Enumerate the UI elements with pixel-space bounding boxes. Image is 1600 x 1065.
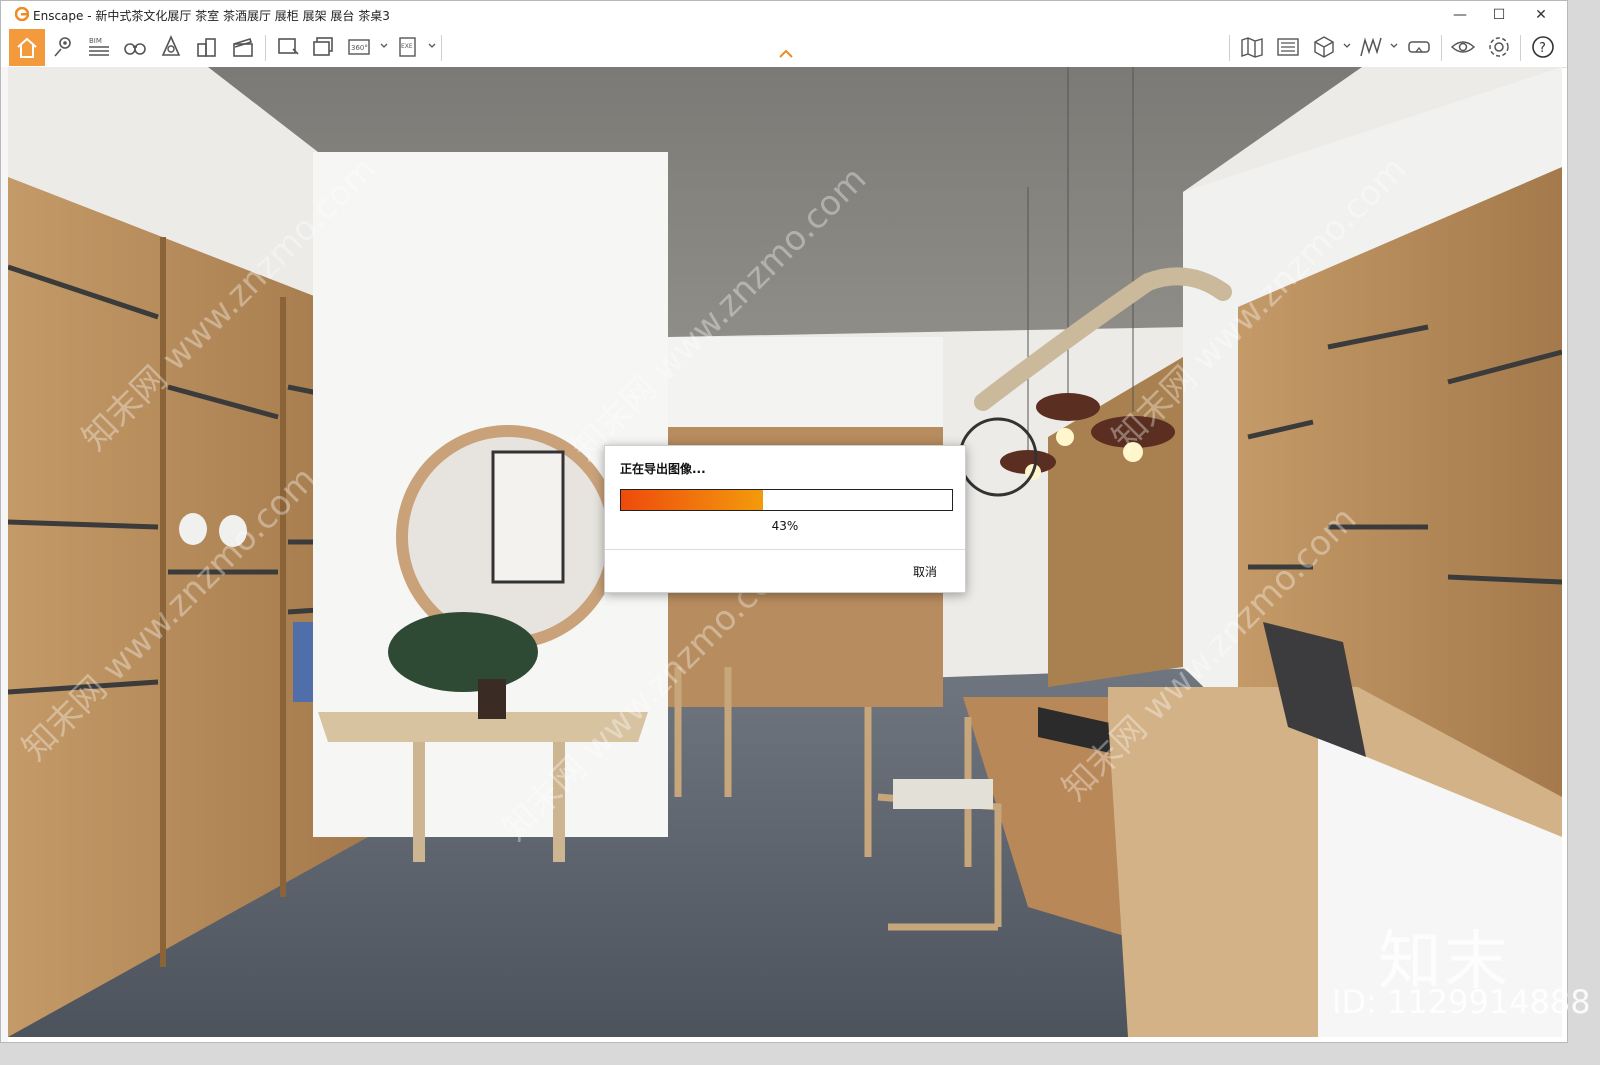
chevron-down-icon[interactable] — [1389, 41, 1399, 51]
screenshot-button[interactable] — [273, 32, 303, 62]
chevron-down-icon[interactable] — [1342, 41, 1352, 51]
export-progress-dialog: 正在导出图像... 43% 取消 — [604, 445, 966, 593]
home-icon — [17, 37, 37, 58]
location-button[interactable] — [48, 32, 78, 62]
buildings-icon — [197, 38, 216, 57]
help-button[interactable]: ? — [1528, 32, 1558, 62]
enscape-logo-icon — [15, 7, 29, 21]
chevron-down-icon[interactable] — [427, 41, 437, 51]
left-edge-strip — [1, 67, 8, 1042]
toolbar-separator — [1520, 35, 1521, 61]
window-title: Enscape - 新中式茶文化展厅 茶室 茶酒展厅 展柜 展架 展台 茶桌3 — [33, 9, 390, 23]
video-editor-button[interactable] — [228, 32, 258, 62]
render-preview-button[interactable] — [1273, 32, 1303, 62]
maximize-button[interactable]: ☐ — [1477, 1, 1521, 29]
map-view-icon — [1241, 37, 1263, 58]
visual-settings-icon — [1360, 37, 1382, 57]
export-exe-icon: EXE — [399, 37, 416, 57]
progress-bar-fill — [621, 490, 764, 510]
collapse-toolbar-caret-icon[interactable] — [778, 49, 794, 59]
toolbar-separator — [1229, 35, 1230, 61]
location-pin-icon — [54, 37, 71, 57]
vr-headset-button[interactable] — [1404, 32, 1434, 62]
chevron-down-icon[interactable] — [379, 41, 389, 51]
close-button[interactable]: ✕ — [1519, 1, 1563, 29]
progress-percentage: 43% — [771, 519, 799, 533]
cancel-button[interactable]: 取消 — [913, 563, 937, 580]
title-bar: Enscape - 新中式茶文化展厅 茶室 茶酒展厅 展柜 展架 展台 茶桌3 … — [1, 1, 1567, 29]
svg-text:BIM: BIM — [89, 37, 102, 45]
video-editor-icon — [233, 38, 253, 57]
batch-render-button[interactable] — [309, 32, 339, 62]
panorama-360-icon: 360° — [348, 39, 370, 55]
eye-icon — [1451, 41, 1475, 53]
svg-text:?: ? — [1539, 41, 1546, 56]
map-view-button[interactable] — [1237, 32, 1267, 62]
dialog-divider — [605, 549, 965, 550]
toolbar-separator — [265, 35, 266, 61]
binoculars-icon — [124, 43, 146, 55]
toolbar-separator — [441, 35, 442, 61]
settings-icon — [1489, 37, 1509, 57]
svg-text:EXE: EXE — [401, 43, 413, 50]
screenshot-icon — [278, 38, 299, 55]
settings-button[interactable] — [1484, 32, 1514, 62]
svg-text:360°: 360° — [351, 44, 368, 52]
buildings-button[interactable] — [192, 32, 222, 62]
vr-headset-icon — [1408, 41, 1430, 53]
asset-library-button[interactable] — [156, 32, 186, 62]
home-button[interactable] — [9, 29, 45, 66]
visual-settings-button[interactable] — [1356, 32, 1386, 62]
dialog-title: 正在导出图像... — [620, 462, 706, 476]
help-icon: ? — [1532, 36, 1554, 58]
app-window: Enscape - 新中式茶文化展厅 茶室 茶酒展厅 展柜 展架 展台 茶桌3 … — [0, 0, 1568, 1043]
export-progress-bar — [620, 489, 953, 511]
views-button[interactable] — [120, 32, 150, 62]
cube-view-icon — [1314, 36, 1334, 58]
bim-button[interactable]: BIM — [84, 32, 114, 62]
cube-view-button[interactable] — [1309, 32, 1339, 62]
toolbar-separator — [1441, 35, 1442, 61]
export-button[interactable]: EXE — [394, 32, 424, 62]
watermark-id: ID: 1129914888 — [1332, 983, 1591, 1021]
main-toolbar: BIM 360° EXE ? — [1, 29, 1567, 68]
bim-icon: BIM — [89, 37, 109, 56]
eye-button[interactable] — [1448, 32, 1478, 62]
asset-library-icon — [161, 35, 181, 56]
minimize-button[interactable]: — — [1438, 1, 1482, 29]
panorama-button[interactable]: 360° — [345, 32, 375, 62]
batch-render-icon — [313, 37, 333, 56]
render-preview-icon — [1277, 38, 1299, 56]
